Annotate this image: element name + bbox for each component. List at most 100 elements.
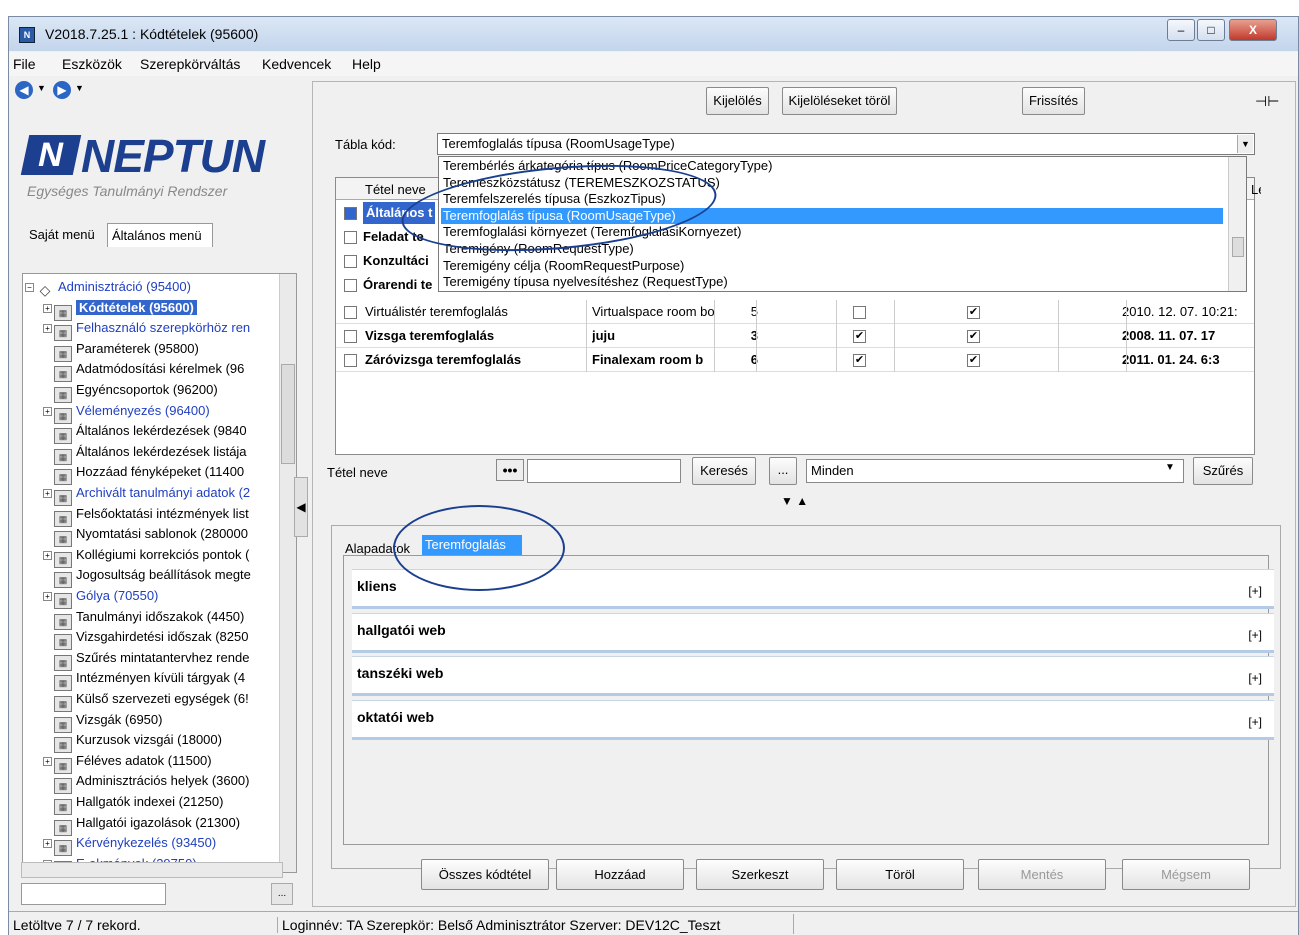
all-codes-button[interactable]: Összes kódtétel	[421, 859, 549, 890]
tree-item[interactable]: +▦Külső szervezeti egységek (6!	[43, 690, 249, 712]
tree-item[interactable]: + ▦ Kollégiumi korrekciós pontok (	[43, 546, 249, 568]
menu-szerepkorvaltas[interactable]: Szerepkörváltás	[140, 56, 240, 72]
splitter-arrows-icon[interactable]: ▼ ▲	[781, 494, 808, 508]
tree-hscrollbar[interactable]	[21, 862, 283, 878]
expand-toggle-icon[interactable]: +	[43, 592, 52, 601]
collapse-left-panel-icon[interactable]: ◀	[294, 477, 308, 537]
row-checkbox[interactable]	[344, 255, 357, 268]
ellipsis-button[interactable]: ...	[769, 457, 797, 485]
dropdown-scrollbar[interactable]	[1228, 157, 1246, 291]
row-checkbox[interactable]	[344, 231, 357, 244]
tree-item[interactable]: +▦Tanulmányi időszakok (4450)	[43, 608, 244, 630]
filter-combo[interactable]: Minden	[806, 459, 1184, 483]
expand-toggle-icon[interactable]: +	[43, 489, 52, 498]
chevron-down-icon[interactable]: ▼	[1237, 135, 1253, 153]
row-checkbox[interactable]	[344, 330, 357, 343]
tree-item[interactable]: +▦Általános lekérdezések listája	[43, 443, 247, 465]
section-2[interactable]: tanszéki web [+]	[352, 656, 1274, 696]
expand-toggle-icon[interactable]: +	[43, 406, 52, 416]
close-button[interactable]: X	[1229, 19, 1277, 41]
tree-item[interactable]: +▦Kurzusok vizsgái (18000)	[43, 731, 222, 754]
tree-item[interactable]: + ▦ Véleményezés (96400)	[43, 402, 210, 424]
refresh-button[interactable]: Frissítés	[1022, 87, 1085, 115]
tree-search-button[interactable]: ...	[271, 883, 293, 905]
tree-item[interactable]: + ▦ Felhasználó szerepkörhöz ren	[43, 319, 250, 342]
back-arrow-icon[interactable]: ◀	[15, 81, 33, 99]
scroll-thumb[interactable]	[281, 364, 295, 464]
delete-button[interactable]: Töröl	[836, 859, 964, 890]
tree-item[interactable]: +▦Vizsgák (6950)	[43, 711, 162, 733]
row-checkbox[interactable]	[344, 207, 357, 220]
tree-item[interactable]: + ▦ Kódtételek (95600)	[43, 299, 197, 321]
dropdown-option[interactable]: Teremigény típusa nyelvesítéshez (Reques…	[441, 274, 1223, 290]
pin-icon[interactable]: ⊣⊢	[1255, 93, 1279, 110]
tree-item[interactable]: + ▦ Archivált tanulmányi adatok (2	[43, 484, 250, 506]
expand-toggle-icon[interactable]: +	[43, 550, 52, 560]
tree-item[interactable]: +▦Szűrés mintatantervhez rende	[43, 649, 249, 671]
options-dots-button[interactable]: •••	[496, 459, 524, 481]
save-button[interactable]: Mentés	[978, 859, 1106, 890]
search-button[interactable]: Keresés	[692, 457, 756, 485]
tree-item[interactable]: +▦Adatmódosítási kérelmek (96	[43, 360, 244, 383]
tree-item[interactable]: + ▦ Gólya (70550)	[43, 587, 158, 609]
section-expand-toggle[interactable]: [+]	[1248, 715, 1262, 729]
tree-item[interactable]: + ▦ Kérvénykezelés (93450)	[43, 834, 216, 857]
select-button[interactable]: Kijelölés	[706, 87, 769, 115]
dropdown-option[interactable]: Teremigény célja (RoomRequestPurpose)	[441, 258, 1223, 274]
tree-item[interactable]: +▦Általános lekérdezések (9840	[43, 422, 247, 445]
tree-item[interactable]: +▦Vizsgahirdetési időszak (8250	[43, 628, 248, 651]
forward-arrow-icon[interactable]: ▶	[53, 81, 71, 99]
section-1[interactable]: hallgatói web [+]	[352, 612, 1274, 653]
header-created[interactable]: Létr	[1251, 179, 1261, 201]
add-button[interactable]: Hozzáad	[556, 859, 684, 890]
menu-kedvencek[interactable]: Kedvencek	[262, 56, 331, 72]
tab-altalanos-menu[interactable]: Általános menü	[107, 223, 213, 247]
section-expand-toggle[interactable]: [+]	[1248, 671, 1262, 685]
row-checkbox[interactable]	[344, 306, 357, 319]
section-3[interactable]: oktatói web [+]	[352, 699, 1274, 740]
edit-button[interactable]: Szerkeszt	[696, 859, 824, 890]
menu-eszkozok[interactable]: Eszközök	[62, 56, 122, 72]
forward-dropdown-icon[interactable]: ▼	[75, 83, 84, 93]
row-checkbox[interactable]	[344, 279, 357, 292]
back-dropdown-icon[interactable]: ▼	[37, 83, 46, 93]
item-name-search-input[interactable]	[527, 459, 681, 483]
cancel-button[interactable]: Mégsem	[1122, 859, 1250, 890]
expand-toggle-icon[interactable]: +	[43, 324, 52, 334]
tree-item-label: Nyomtatási sablonok (280000	[76, 526, 248, 542]
row-checkbox[interactable]	[344, 354, 357, 367]
header-item-name[interactable]: Tétel neve	[365, 179, 426, 201]
tree-item[interactable]: +▦Paraméterek (95800)	[43, 340, 199, 362]
filter-button[interactable]: Szűrés	[1193, 457, 1253, 485]
expand-toggle-icon[interactable]: +	[43, 756, 52, 766]
tree-item[interactable]: +▦Nyomtatási sablonok (280000	[43, 525, 248, 548]
menu-help[interactable]: Help	[352, 56, 381, 72]
tree-item[interactable]: +▦Egyéncsoportok (96200)	[43, 381, 218, 403]
tree-search-input[interactable]	[21, 883, 166, 905]
tree-scrollbar[interactable]	[279, 274, 296, 872]
tree-item[interactable]: +▦Adminisztrációs helyek (3600)	[43, 772, 249, 795]
filter-combo-chevron-icon[interactable]: ▼	[1165, 462, 1175, 473]
row-name[interactable]: Konzultáci	[363, 250, 429, 272]
section-expand-toggle[interactable]: [+]	[1248, 584, 1262, 598]
tree-item[interactable]: +▦Jogosultság beállítások megte	[43, 566, 251, 589]
tree-item[interactable]: +▦Hallgatók indexei (21250)	[43, 793, 223, 815]
dropdown-scroll-thumb[interactable]	[1232, 237, 1244, 257]
tree-item[interactable]: − ◇ Adminisztráció (95400)	[25, 278, 191, 298]
tab-sajat-menu[interactable]: Saját menü	[29, 227, 95, 247]
tree-item[interactable]: +▦Intézményen kívüli tárgyak (4	[43, 669, 245, 692]
table-code-select[interactable]: Teremfoglalás típusa (RoomUsageType)	[437, 133, 1255, 155]
clear-selection-button[interactable]: Kijelöléseket töröl	[782, 87, 897, 115]
menu-file[interactable]: File	[13, 56, 36, 72]
section-expand-toggle[interactable]: [+]	[1248, 628, 1262, 642]
maximize-button[interactable]: □	[1197, 19, 1225, 41]
expand-toggle-icon[interactable]: +	[43, 839, 52, 849]
minimize-button[interactable]: –	[1167, 19, 1195, 41]
tree-item[interactable]: + ▦ Féléves adatok (11500)	[43, 752, 212, 774]
tree-item[interactable]: +▦Hozzáad fényképeket (11400	[43, 463, 244, 486]
tree-item[interactable]: +▦Felsőoktatási intézmények list	[43, 505, 249, 527]
expand-toggle-icon[interactable]: −	[25, 283, 34, 292]
expand-toggle-icon[interactable]: +	[43, 303, 52, 313]
tree-item[interactable]: +▦Hallgatói igazolások (21300)	[43, 814, 240, 836]
row-name[interactable]: Órarendi te	[363, 274, 432, 296]
